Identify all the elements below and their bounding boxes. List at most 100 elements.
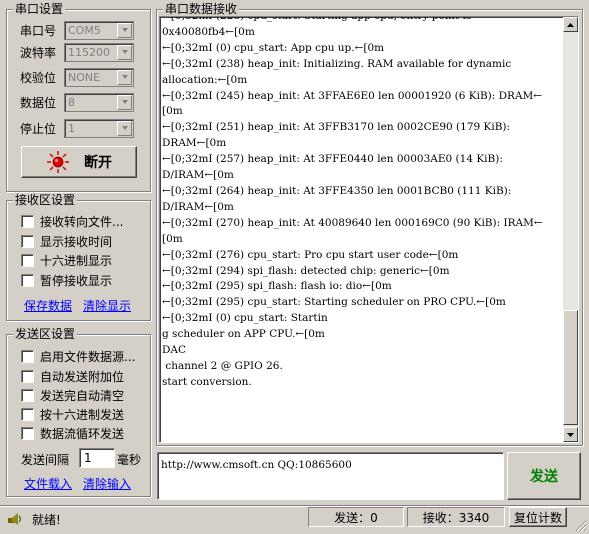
log-line: ←[0;32mI (295) cpu_start: Starting sched… [162,296,506,309]
interval-label: 发送间隔 [21,453,70,467]
port-select[interactable]: COM5 [64,20,134,40]
speaker-icon [8,513,21,525]
log-line: ←[0;32mI (238) heap_init: Initializing. … [162,57,512,70]
port-row: 串口号 COM5 [20,20,134,40]
send-option-append[interactable]: 自动发送附加位 [21,367,124,385]
scroll-up-button[interactable] [563,17,578,32]
stopbits-row: 停止位 1 [20,118,134,138]
baud-value: 115200 [68,45,110,59]
send-count-text: 发送：0 [334,510,378,525]
send-option-label: 自动发送附加位 [40,369,125,384]
receive-settings-title: 接收区设置 [13,193,78,207]
resize-grip-icon[interactable] [575,520,587,532]
recv-option-label: 暂停接收显示 [40,273,113,288]
parity-select[interactable]: NONE [64,67,134,87]
recv-option-pause[interactable]: 暂停接收显示 [21,271,112,289]
send-option-hex[interactable]: 按十六进制发送 [21,405,124,423]
receive-scrollbar[interactable] [563,17,578,442]
send-option-file-source[interactable]: 启用文件数据源... [21,347,135,365]
baud-select[interactable]: 115200 [64,42,134,62]
clear-input-link[interactable]: 清除输入 [83,475,131,492]
recv-option-hex-display[interactable]: 十六进制显示 [21,251,112,269]
baud-row: 波特率 115200 [20,42,134,62]
databits-value: 8 [68,95,75,109]
checkbox[interactable] [21,426,34,440]
log-line: [0m [162,232,183,245]
chevron-down-icon[interactable] [117,120,132,136]
log-line: DAC [162,344,187,357]
log-line: ←[0;32mI (294) spi_flash: detected chip:… [162,264,450,277]
log-line: D/IRAM←[0m [162,200,234,213]
chevron-down-icon[interactable] [117,22,132,38]
send-option-loop[interactable]: 数据流循环发送 [21,424,124,442]
checkbox[interactable] [21,253,34,267]
stopbits-select[interactable]: 1 [64,118,134,138]
interval-value: 1 [84,451,92,465]
log-line: 0x40080fb4←[0m [162,25,255,38]
send-option-label: 启用文件数据源... [40,349,136,364]
save-data-link[interactable]: 保存数据 [24,297,72,314]
log-line: ←[0;32mI (245) heap_init: At 3FFAE6E0 le… [162,89,543,102]
parity-value: NONE [68,70,101,84]
recv-count-text: 接收：3340 [422,510,490,525]
parity-label: 校验位 [20,70,57,85]
send-count: 发送：0 [308,507,404,527]
checkbox[interactable] [21,388,34,402]
log-line: ←[0;32mI (276) cpu_start: Pro cpu start … [162,248,459,261]
disconnect-button[interactable]: 断开 [21,146,137,178]
send-option-auto-clear[interactable]: 发送完自动清空 [21,386,124,404]
parity-row: 校验位 NONE [20,67,134,87]
chevron-down-icon[interactable] [117,44,132,60]
recv-option-label: 十六进制显示 [40,253,113,268]
databits-row: 数据位 8 [20,92,134,112]
checkbox[interactable] [21,234,34,248]
reset-count-label: 复位计数 [513,510,562,525]
receive-area-title: 串口数据接收 [163,2,240,16]
load-file-link[interactable]: 文件载入 [24,475,72,492]
recv-option-to-file[interactable]: 接收转向文件... [21,212,123,230]
log-line: allocation:←[0m [162,73,248,86]
stopbits-label: 停止位 [20,121,57,136]
log-line: ←[0;32mI (264) heap_init: At 3FFE4350 le… [162,184,512,197]
chevron-down-icon [567,432,574,437]
send-button-label: 发送 [530,469,558,485]
reset-count-button[interactable]: 复位计数 [509,507,567,527]
interval-unit: 毫秒 [117,453,142,467]
databits-select[interactable]: 8 [64,92,134,112]
interval-input[interactable]: 1 [79,448,115,468]
serial-settings-title: 串口设置 [13,2,66,16]
checkbox[interactable] [21,214,34,228]
disconnect-label: 断开 [84,155,112,171]
status-ready-text: 就绪! [32,513,61,527]
recv-option-show-time[interactable]: 显示接收时间 [21,232,112,250]
scroll-thumb[interactable] [563,310,578,425]
log-line: [0m [162,105,183,118]
checkbox[interactable] [21,369,34,383]
receive-log: ←[0;32mI (228) cpu_start: Starting app c… [162,16,562,391]
checkbox[interactable] [21,273,34,287]
chevron-down-icon[interactable] [117,69,132,85]
log-line: start conversion. [162,375,252,388]
send-textarea[interactable]: http://www.cmsoft.cn QQ:10865600 [157,452,504,500]
port-value: COM5 [68,23,101,37]
send-option-label: 发送完自动清空 [40,388,125,403]
clear-display-link[interactable]: 清除显示 [83,297,131,314]
checkbox[interactable] [21,349,34,363]
send-button[interactable]: 发送 [507,452,581,500]
log-line: ←[0;32mI (270) heap_init: At 40089640 le… [162,216,543,229]
log-line: D/IRAM←[0m [162,169,234,182]
baud-label: 波特率 [20,45,57,60]
receive-textarea[interactable]: ←[0;32mI (228) cpu_start: Starting app c… [159,16,579,443]
scroll-down-button[interactable] [563,427,578,442]
log-line: ←[0;32mI (257) heap_init: At 3FFE0440 le… [162,153,503,166]
chevron-down-icon[interactable] [117,94,132,110]
log-line: ←[0;32mI (295) spi_flash: flash io: dio←… [162,280,392,293]
log-line: ←[0;32mI (251) heap_init: At 3FFB3170 le… [162,121,511,134]
log-line: DRAM←[0m [162,137,227,150]
log-line: ←[0;32mI (228) cpu_start: Starting app c… [162,16,472,22]
send-option-label: 按十六进制发送 [40,407,125,422]
send-settings-title: 发送区设置 [13,327,78,341]
stopbits-value: 1 [68,121,75,135]
checkbox[interactable] [21,407,34,421]
log-line: channel 2 @ GPIO 26. [162,359,283,372]
